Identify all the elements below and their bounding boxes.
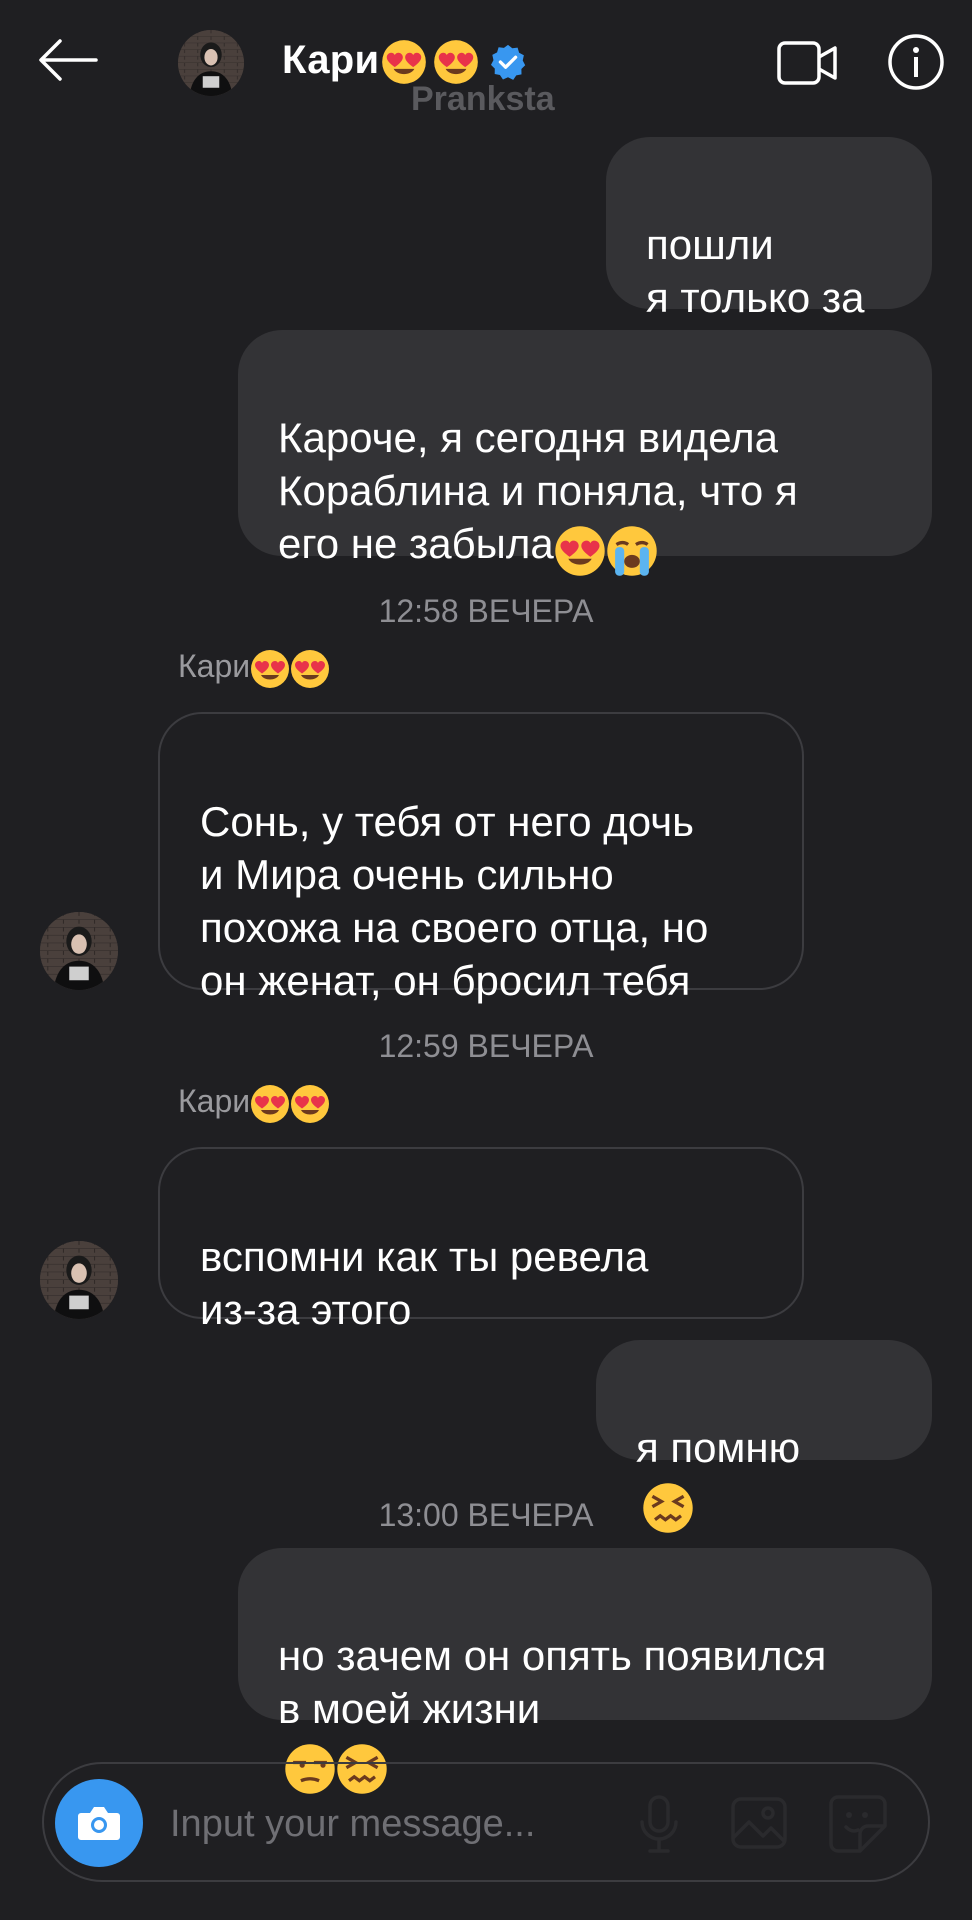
sender-name-label: Кари — [178, 648, 251, 684]
crying-emoji-icon — [606, 525, 658, 577]
message-text: я помню — [636, 1424, 801, 1471]
timestamp: 13:00 ВЕЧЕРА — [378, 1497, 594, 1533]
message-bubble-outgoing[interactable]: но зачем он опять появился в моей жизни — [238, 1548, 932, 1720]
sender-name: Кари — [178, 648, 330, 689]
verified-badge-icon — [491, 45, 526, 81]
video-call-icon[interactable] — [776, 38, 838, 88]
message-text: вспомни как ты ревела из-за этого — [200, 1233, 649, 1333]
message-input[interactable] — [168, 1790, 632, 1858]
message-bubble-outgoing[interactable]: Кароче, я сегодня видела Кораблина и пон… — [238, 330, 932, 556]
message-bubble-incoming[interactable]: Сонь, у тебя от него дочь и Мира очень с… — [158, 712, 804, 1004]
back-arrow-icon[interactable] — [38, 38, 98, 82]
message-bubble-outgoing[interactable]: я помню — [596, 1340, 932, 1460]
message-text: Сонь, у тебя от него дочь и Мира очень с… — [200, 798, 709, 1004]
contact-name-label: Кари — [282, 38, 380, 82]
heart-eyes-emoji-icon — [290, 1084, 330, 1124]
message-bubble-outgoing[interactable]: пошли я только за — [606, 137, 932, 321]
message-text: пошли я только за — [646, 221, 865, 321]
gallery-icon[interactable] — [730, 1796, 788, 1850]
heart-eyes-emoji-icon — [433, 39, 479, 85]
message-text: но зачем он опять появился в моей жизни — [278, 1632, 827, 1732]
heart-eyes-emoji-icon — [554, 525, 606, 577]
camera-icon — [78, 1807, 120, 1840]
heart-eyes-emoji-icon — [250, 1084, 290, 1124]
message-text: Кароче, я сегодня видела Кораблина и пон… — [278, 414, 798, 567]
heart-eyes-emoji-icon — [381, 39, 427, 85]
timestamp: 12:59 ВЕЧЕРА — [378, 1028, 594, 1064]
avatar[interactable] — [178, 30, 244, 96]
watermark: Pranksta — [411, 80, 555, 118]
avatar[interactable] — [40, 912, 118, 990]
contact-name[interactable]: Кари — [282, 38, 527, 85]
timestamp: 12:58 ВЕЧЕРА — [378, 593, 594, 629]
sender-name: Кари — [178, 1083, 330, 1124]
heart-eyes-emoji-icon — [250, 649, 290, 689]
sender-name-label: Кари — [178, 1083, 251, 1119]
microphone-icon[interactable] — [636, 1794, 682, 1854]
avatar[interactable] — [40, 1241, 118, 1319]
heart-eyes-emoji-icon — [290, 649, 330, 689]
sticker-icon[interactable] — [828, 1794, 888, 1854]
info-icon[interactable] — [886, 32, 946, 92]
camera-button[interactable] — [55, 1779, 143, 1867]
message-bubble-incoming[interactable]: вспомни как ты ревела из-за этого — [158, 1147, 804, 1333]
